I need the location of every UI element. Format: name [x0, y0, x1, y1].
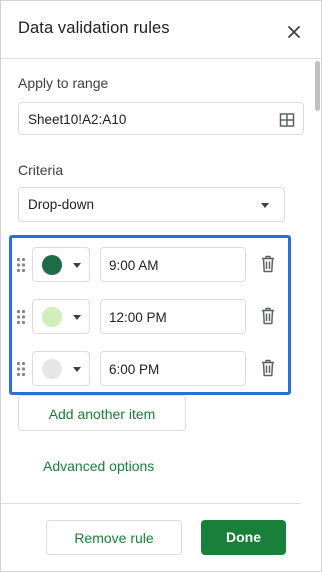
range-input[interactable]: Sheet10!A2:A10 — [18, 102, 304, 135]
item-value-input[interactable]: 9:00 AM — [100, 247, 246, 282]
chevron-down-icon — [261, 203, 269, 208]
list-item: 9:00 AM — [1, 247, 321, 283]
panel-header: Data validation rules — [1, 1, 321, 59]
color-swatch — [42, 307, 62, 327]
color-picker-button[interactable] — [32, 247, 90, 282]
trash-icon[interactable] — [259, 358, 277, 378]
drag-handle-icon[interactable] — [16, 361, 26, 377]
done-button[interactable]: Done — [201, 520, 286, 555]
item-value: 9:00 AM — [109, 258, 159, 273]
item-value: 6:00 PM — [109, 362, 160, 377]
header-divider — [1, 58, 321, 59]
close-icon[interactable] — [283, 21, 305, 43]
drag-handle-icon[interactable] — [16, 257, 26, 273]
drag-handle-icon[interactable] — [16, 309, 26, 325]
footer-divider — [1, 503, 301, 504]
apply-to-range-label: Apply to range — [18, 75, 109, 91]
item-value: 12:00 PM — [109, 310, 167, 325]
item-value-input[interactable]: 12:00 PM — [100, 299, 246, 334]
item-value-input[interactable]: 6:00 PM — [100, 351, 246, 386]
criteria-select[interactable]: Drop-down — [18, 187, 285, 222]
color-swatch — [42, 359, 62, 379]
color-picker-button[interactable] — [32, 351, 90, 386]
color-picker-button[interactable] — [32, 299, 90, 334]
remove-rule-button[interactable]: Remove rule — [46, 520, 182, 555]
advanced-options-button[interactable]: Advanced options — [43, 458, 154, 474]
scrollbar[interactable] — [315, 61, 320, 111]
panel-title: Data validation rules — [18, 19, 170, 37]
add-another-item-button[interactable]: Add another item — [18, 395, 186, 431]
list-item: 12:00 PM — [1, 299, 321, 335]
range-value: Sheet10!A2:A10 — [28, 112, 127, 127]
data-validation-panel: Data validation rules Apply to range She… — [0, 0, 322, 572]
trash-icon[interactable] — [259, 306, 277, 326]
chevron-down-icon — [73, 367, 81, 372]
criteria-value: Drop-down — [28, 197, 95, 212]
list-item: 6:00 PM — [1, 351, 321, 387]
color-swatch — [42, 255, 62, 275]
chevron-down-icon — [73, 263, 81, 268]
trash-icon[interactable] — [259, 254, 277, 274]
criteria-label: Criteria — [18, 162, 64, 178]
chevron-down-icon — [73, 315, 81, 320]
grid-icon[interactable] — [279, 112, 295, 128]
